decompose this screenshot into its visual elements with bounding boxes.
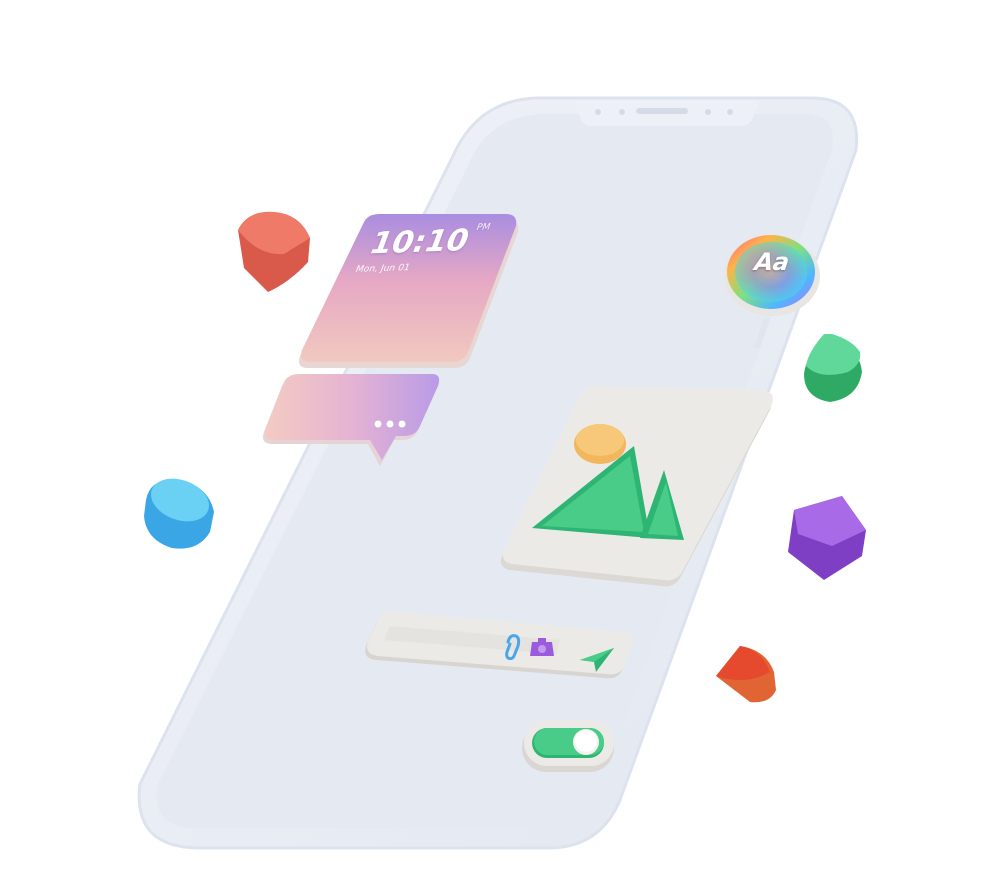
font-badge-label: Aa [750, 248, 794, 276]
lock-date-text: Mon, Jun 01 [353, 263, 412, 275]
phone-device [137, 96, 859, 850]
purple-shape [788, 496, 866, 580]
lock-ampm: PM [474, 222, 492, 233]
blue-cylinder-shape [144, 478, 214, 549]
coral-shape [238, 211, 310, 292]
lock-time-value: 10:10 [364, 223, 475, 262]
green-drop-shape [804, 334, 862, 402]
toggle-switch-icon [522, 720, 614, 772]
phone-illustration [0, 0, 987, 888]
illustration-canvas [137, 96, 866, 850]
lock-time-text: 10:10PM [365, 222, 520, 262]
red-cylinder-shape [716, 646, 776, 703]
